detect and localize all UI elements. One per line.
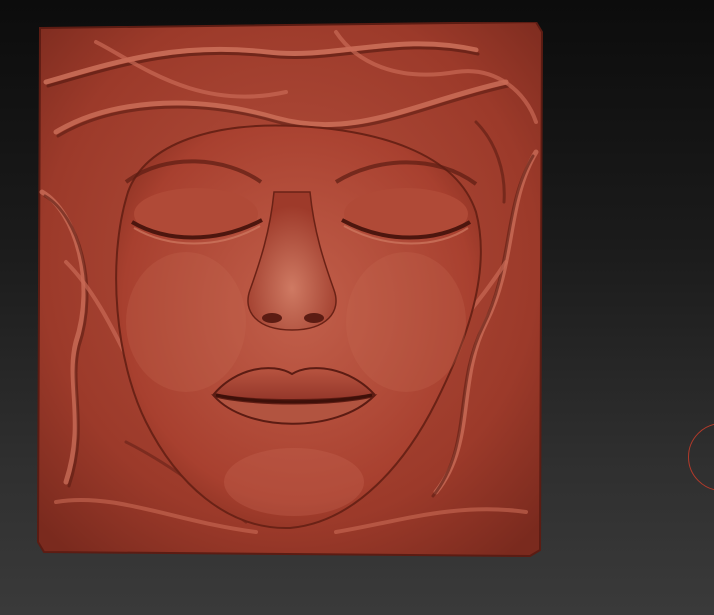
chin <box>224 448 364 516</box>
document-canvas[interactable] <box>0 0 714 615</box>
navigation-circle-icon[interactable] <box>688 423 714 491</box>
relief-face-sculpt[interactable] <box>36 22 544 558</box>
left-cheek <box>126 252 246 392</box>
right-cheek <box>346 252 466 392</box>
